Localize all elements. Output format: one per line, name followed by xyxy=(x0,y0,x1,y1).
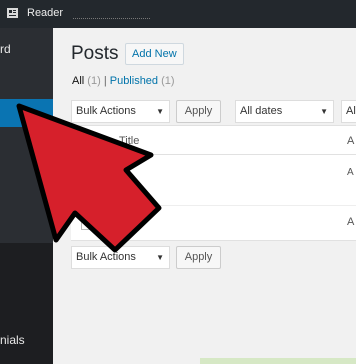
red-pointer-arrow-icon xyxy=(16,103,162,253)
